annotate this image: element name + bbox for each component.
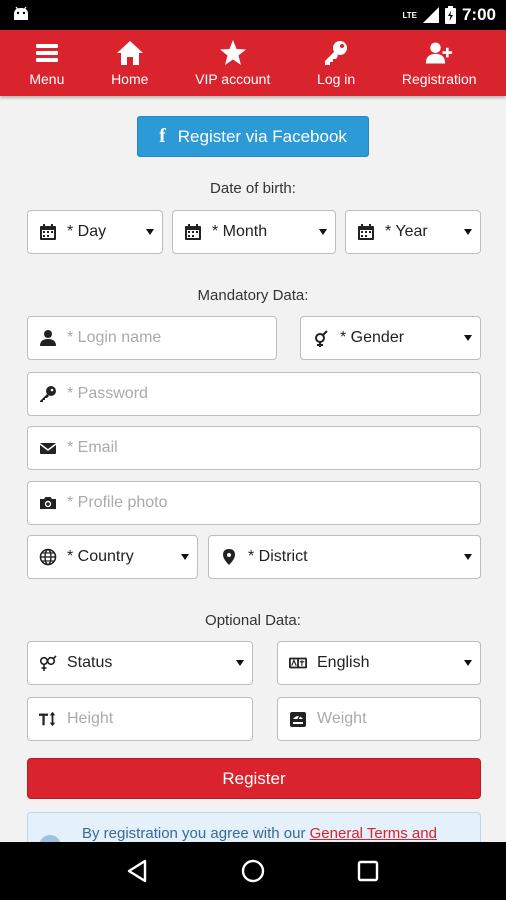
android-icon (14, 6, 28, 20)
menu-icon (35, 44, 58, 62)
dob-label: Date of birth: (210, 180, 296, 197)
language-value: English (317, 654, 370, 671)
system-nav-bar (0, 842, 506, 900)
relationship-icon (39, 655, 57, 671)
optional-label: Optional Data: (205, 612, 301, 629)
add-user-icon (426, 42, 453, 64)
star-icon (219, 40, 246, 65)
key-icon (40, 386, 56, 402)
country-select[interactable]: * Country (27, 535, 198, 579)
month-select[interactable]: * Month (172, 210, 336, 254)
day-value: * Day (67, 223, 107, 240)
nav-home[interactable]: Home (111, 39, 148, 87)
status-value: Status (67, 654, 113, 671)
chevron-down-icon (464, 660, 472, 666)
year-select[interactable]: * Year (345, 210, 481, 254)
mandatory-label: Mandatory Data: (197, 287, 309, 304)
terms-text: By registration you agree with our (82, 825, 310, 842)
height-placeholder: Height (67, 710, 114, 727)
nav-vip-account[interactable]: VIP account (195, 39, 270, 87)
status-bar: LTE 7:00 (0, 0, 506, 30)
calendar-icon (40, 224, 56, 240)
day-select[interactable]: * Day (27, 210, 163, 254)
network-type: LTE (402, 10, 417, 20)
nav-menu-label: Menu (29, 71, 65, 87)
terms-notice: By registration you agree with our Gener… (27, 812, 481, 842)
terms-notice-text: By registration you agree with our Gener… (82, 825, 437, 842)
nav-home-label: Home (111, 71, 149, 87)
recent-apps-icon[interactable] (355, 858, 381, 884)
chevron-down-icon (236, 660, 244, 666)
facebook-register-label: Register via Facebook (177, 126, 347, 146)
email-placeholder: * Email (67, 439, 118, 456)
register-button[interactable]: Register (27, 758, 481, 799)
nav-vip-label: VIP account (195, 71, 271, 87)
user-icon (40, 330, 56, 346)
district-value: * District (248, 548, 308, 565)
clock: 7:00 (461, 5, 496, 24)
nav-menu[interactable]: Menu (29, 39, 64, 87)
registration-form: f Register via Facebook Date of birth: *… (0, 96, 506, 842)
battery-icon (444, 6, 456, 24)
nav-login[interactable]: Log in (317, 39, 355, 87)
facebook-icon: f (159, 125, 166, 147)
gender-icon (315, 330, 328, 347)
password-field[interactable]: * Password (27, 372, 481, 416)
chevron-down-icon (464, 554, 472, 560)
facebook-register-button[interactable]: f Register via Facebook (137, 116, 369, 157)
gender-value: * Gender (340, 329, 405, 346)
chevron-down-icon (464, 229, 472, 235)
weight-field[interactable]: Weight (277, 697, 481, 741)
chevron-down-icon (464, 335, 472, 341)
country-value: * Country (67, 548, 134, 565)
top-navbar: Menu Home VIP account Log in Registratio… (0, 30, 506, 96)
back-icon[interactable] (125, 858, 151, 884)
status-select[interactable]: Status (27, 641, 253, 685)
terms-link[interactable]: General Terms and (310, 825, 437, 842)
map-pin-icon (223, 549, 235, 565)
chevron-down-icon (146, 229, 154, 235)
calendar-icon (358, 224, 374, 240)
envelope-icon (39, 443, 57, 454)
nav-registration[interactable]: Registration (402, 39, 477, 87)
language-icon (289, 657, 307, 669)
info-icon (39, 835, 61, 842)
chevron-down-icon (319, 229, 327, 235)
calendar-icon (185, 224, 201, 240)
district-select[interactable]: * District (208, 535, 481, 579)
password-placeholder: * Password (67, 385, 148, 402)
login-name-placeholder: * Login name (67, 329, 162, 346)
signal-icon (422, 7, 439, 23)
profile-photo-field[interactable]: * Profile photo (27, 481, 481, 525)
home-icon (116, 41, 143, 65)
chevron-down-icon (181, 554, 189, 560)
globe-icon (39, 548, 57, 566)
nav-login-label: Log in (317, 71, 356, 87)
year-value: * Year (385, 223, 428, 240)
month-value: * Month (212, 223, 268, 240)
scale-icon (290, 712, 306, 727)
nav-registration-label: Registration (401, 71, 477, 87)
home-circle-icon[interactable] (240, 858, 266, 884)
key-icon (325, 41, 348, 65)
camera-icon (40, 497, 56, 509)
email-field[interactable]: * Email (27, 426, 481, 470)
height-field[interactable]: Height (27, 697, 253, 741)
weight-placeholder: Weight (317, 710, 367, 727)
profile-photo-placeholder: * Profile photo (67, 494, 168, 511)
gender-select[interactable]: * Gender (300, 316, 481, 360)
login-name-field[interactable]: * Login name (27, 316, 277, 360)
text-height-icon (39, 711, 56, 727)
language-select[interactable]: English (277, 641, 481, 685)
